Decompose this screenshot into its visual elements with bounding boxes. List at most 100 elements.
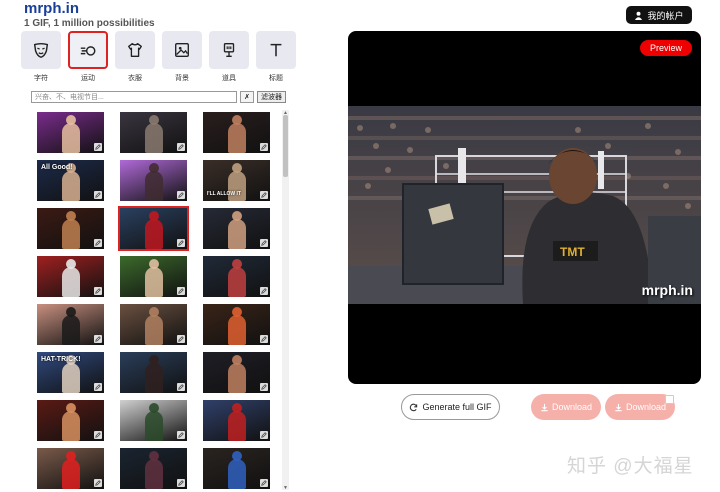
- download-second-button[interactable]: Download: [605, 394, 675, 420]
- gif-thumbnail[interactable]: [35, 206, 106, 251]
- gif-thumbnail[interactable]: [118, 254, 189, 299]
- edit-icon[interactable]: [94, 383, 102, 391]
- category-motion[interactable]: 运动: [68, 31, 108, 83]
- download-button[interactable]: Download: [531, 394, 601, 420]
- edit-icon[interactable]: [94, 191, 102, 199]
- gif-thumbnail-figure: [227, 219, 246, 249]
- preview-badge[interactable]: Preview: [639, 40, 692, 56]
- category-background[interactable]: 背景: [162, 31, 202, 83]
- gif-thumbnail[interactable]: I'LL ALLOW IT: [201, 158, 272, 203]
- gif-thumbnail[interactable]: [201, 110, 272, 155]
- gif-thumbnail-figure: [61, 459, 80, 489]
- mask-icon: [33, 42, 49, 58]
- gif-thumbnail[interactable]: [35, 302, 106, 347]
- edit-icon[interactable]: [260, 239, 268, 247]
- gif-thumbnail-figure: [144, 171, 163, 201]
- category-character-label: 字符: [34, 75, 48, 82]
- gif-thumbnail[interactable]: [201, 254, 272, 299]
- scroll-down-icon[interactable]: ▼: [282, 485, 289, 491]
- gif-thumbnail-figure: [144, 459, 163, 489]
- edit-icon[interactable]: [260, 383, 268, 391]
- gif-thumbnail[interactable]: [118, 446, 189, 491]
- gif-caption: I'LL ALLOW IT: [207, 191, 241, 197]
- gif-caption: HAT-TRICK!: [41, 356, 81, 363]
- download-label: Download: [551, 402, 593, 412]
- edit-icon[interactable]: [177, 383, 185, 391]
- edit-icon[interactable]: [177, 191, 185, 199]
- site-title[interactable]: mrph.in: [24, 1, 155, 17]
- edit-icon[interactable]: [177, 431, 185, 439]
- gif-thumbnail[interactable]: [201, 446, 272, 491]
- edit-icon[interactable]: [260, 431, 268, 439]
- gif-thumbnail[interactable]: [201, 206, 272, 251]
- gif-thumbnail[interactable]: [201, 350, 272, 395]
- category-props-label: 道具: [222, 75, 236, 82]
- gif-thumbnail[interactable]: [35, 254, 106, 299]
- edit-icon[interactable]: [94, 479, 102, 487]
- gif-thumbnail[interactable]: [118, 302, 189, 347]
- gif-thumbnail[interactable]: [118, 206, 189, 251]
- clear-search-button[interactable]: ✗: [240, 91, 254, 103]
- edit-icon[interactable]: [260, 191, 268, 199]
- preview-frame: TMT mrph.in: [348, 106, 701, 304]
- category-title-box: [256, 31, 296, 69]
- my-account-button[interactable]: 我的帐户: [626, 6, 692, 24]
- gif-thumbnail-figure: [61, 315, 80, 345]
- gif-thumbnail[interactable]: All Good!: [35, 158, 106, 203]
- gif-thumbnail[interactable]: [35, 446, 106, 491]
- category-clothes[interactable]: 衣服: [115, 31, 155, 83]
- gif-thumbnail-figure: [61, 267, 80, 297]
- download-icon: [615, 403, 622, 411]
- gif-thumbnail[interactable]: [35, 110, 106, 155]
- category-motion-label: 运动: [81, 75, 95, 82]
- preview-watermark: mrph.in: [641, 282, 693, 298]
- edit-icon[interactable]: [177, 143, 185, 151]
- edit-icon[interactable]: [260, 335, 268, 343]
- edit-icon[interactable]: [177, 239, 185, 247]
- gif-thumbnail-figure: [144, 219, 163, 249]
- category-clothes-box: [115, 31, 155, 69]
- edit-icon[interactable]: [177, 335, 185, 343]
- edit-icon[interactable]: [260, 287, 268, 295]
- category-title[interactable]: 标题: [256, 31, 296, 83]
- edit-icon[interactable]: [94, 287, 102, 295]
- edit-icon[interactable]: [94, 431, 102, 439]
- gif-thumbnail-figure: [61, 219, 80, 249]
- gif-list: All Good! I'LL ALLOW IT HAT-TRICK!: [30, 107, 292, 492]
- gif-thumbnail[interactable]: [118, 350, 189, 395]
- filter-button[interactable]: 滤波器: [257, 91, 286, 103]
- gif-thumbnail-figure: [144, 123, 163, 153]
- download-second-label: Download: [625, 402, 667, 412]
- image-icon: [175, 43, 189, 57]
- category-props[interactable]: 道具: [209, 31, 249, 83]
- preview-scene: TMT: [348, 106, 701, 304]
- search-row: ✗ 滤波器: [31, 91, 286, 103]
- edit-icon[interactable]: [260, 479, 268, 487]
- category-props-box: [209, 31, 249, 69]
- edit-icon[interactable]: [94, 335, 102, 343]
- gif-thumbnail[interactable]: [118, 110, 189, 155]
- edit-icon[interactable]: [177, 287, 185, 295]
- gif-caption: All Good!: [41, 164, 73, 171]
- edit-icon[interactable]: [94, 239, 102, 247]
- category-motion-box: [68, 31, 108, 69]
- gif-thumbnail[interactable]: [201, 302, 272, 347]
- site-watermark: 知乎 @大福星: [567, 456, 694, 477]
- gif-grid: All Good! I'LL ALLOW IT HAT-TRICK!: [30, 107, 292, 491]
- edit-icon[interactable]: [260, 143, 268, 151]
- my-account-label: 我的帐户: [647, 10, 684, 21]
- generate-full-gif-button[interactable]: Generate full GIF: [401, 394, 500, 420]
- copy-icon[interactable]: [665, 395, 674, 404]
- refresh-icon: [410, 403, 418, 411]
- edit-icon[interactable]: [177, 479, 185, 487]
- gif-list-scrollbar[interactable]: ▲ ▼: [282, 110, 289, 491]
- category-character[interactable]: 字符: [21, 31, 61, 83]
- gif-thumbnail-figure: [144, 315, 163, 345]
- gif-thumbnail-figure: [61, 123, 80, 153]
- gif-thumbnail[interactable]: HAT-TRICK!: [35, 350, 106, 395]
- scrollbar-thumb[interactable]: [283, 115, 288, 177]
- gif-thumbnail[interactable]: [118, 158, 189, 203]
- gif-thumbnail-figure: [61, 363, 80, 393]
- search-input[interactable]: [31, 91, 237, 103]
- edit-icon[interactable]: [94, 143, 102, 151]
